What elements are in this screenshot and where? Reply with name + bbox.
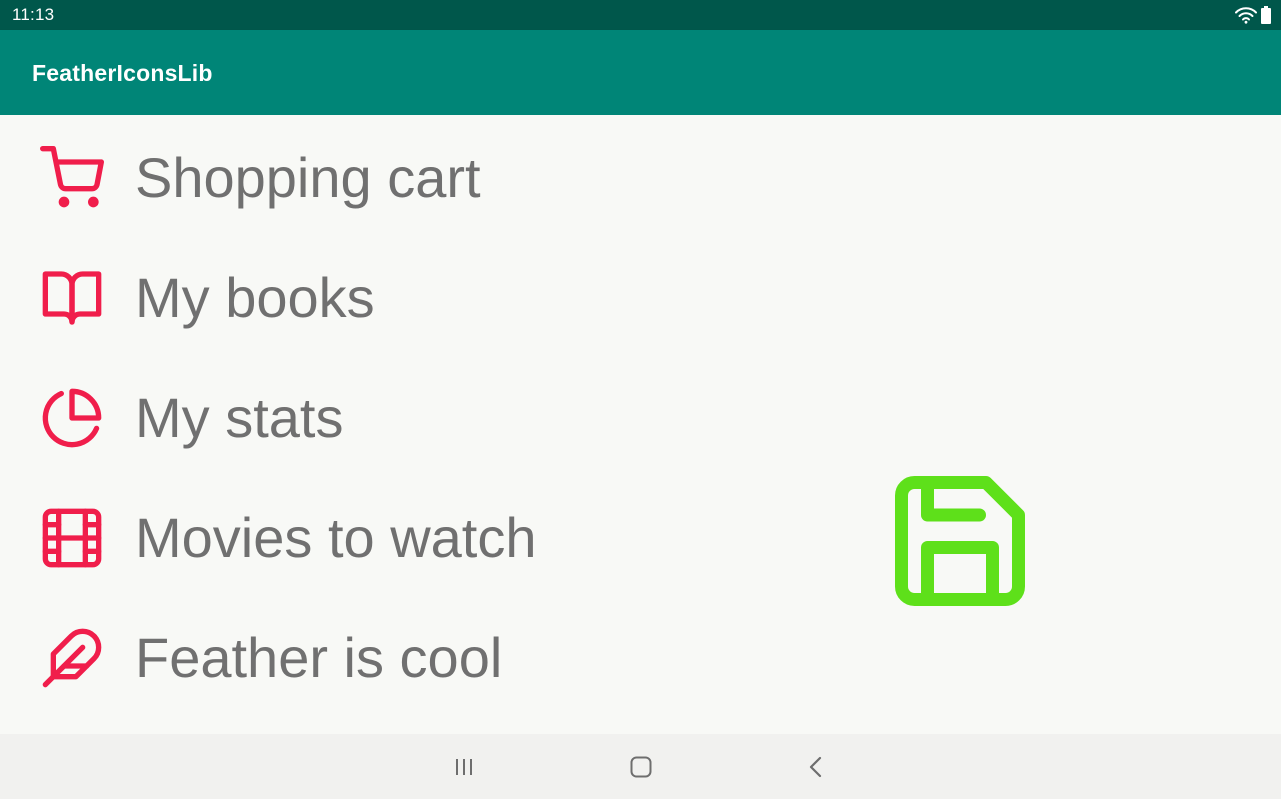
status-bar: 11:13 [0,0,1281,30]
list-item-label: Feather is cool [135,626,503,689]
list-item-stats[interactable]: My stats [40,378,343,458]
back-icon[interactable] [800,751,832,783]
list-item-movies[interactable]: Movies to watch [40,498,537,578]
list-item-label: Shopping cart [135,146,481,209]
app-bar: FeatherIconsLib [0,30,1281,115]
home-icon[interactable] [625,751,657,783]
feather-icon [42,628,102,688]
list-item-feather[interactable]: Feather is cool [40,618,502,698]
navigation-bar [0,734,1281,799]
book-open-icon [42,271,102,325]
film-icon [42,508,102,568]
save-icon [895,476,1025,606]
list-item-shopping-cart[interactable]: Shopping cart [40,138,481,218]
list-item-books[interactable]: My books [40,258,375,338]
pie-chart-icon [42,388,102,448]
status-time: 11:13 [12,5,55,24]
main-content: Shopping cart My books My stats Movies t… [0,115,1281,734]
list-item-label: My books [135,266,375,329]
status-icons [1235,5,1271,25]
wifi-icon [1235,7,1257,24]
app-title: FeatherIconsLib [32,60,213,86]
recent-apps-icon[interactable] [448,751,480,783]
list-item-label: My stats [135,386,344,449]
shopping-cart-icon [40,146,104,208]
list-item-label: Movies to watch [135,506,537,569]
battery-icon [1261,6,1271,24]
